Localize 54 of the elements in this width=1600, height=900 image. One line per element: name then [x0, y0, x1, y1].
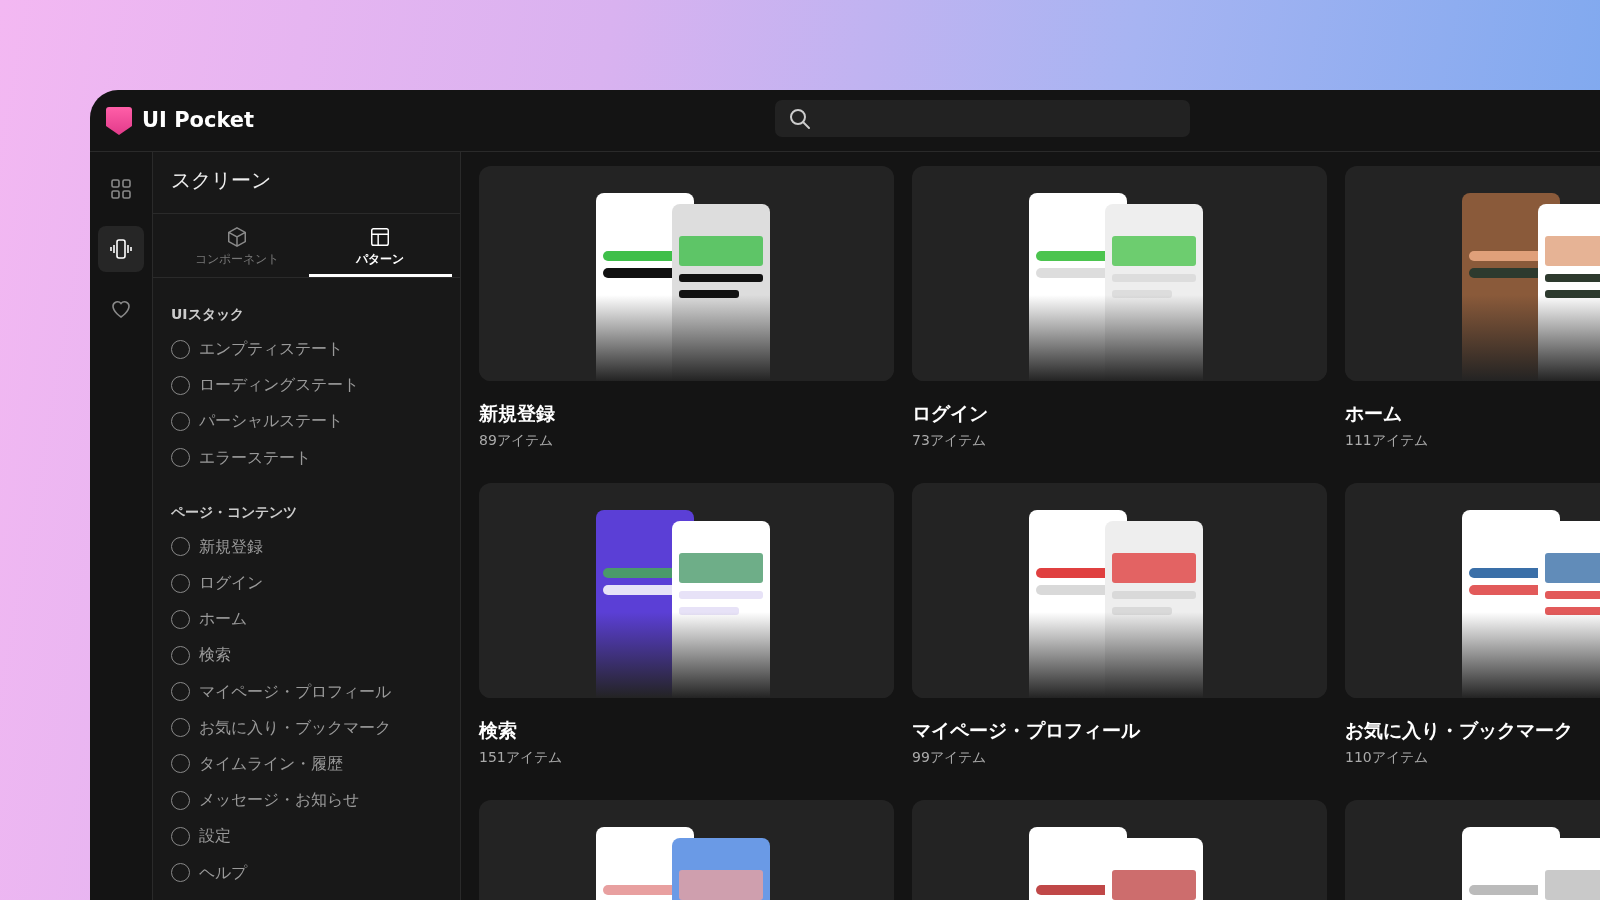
filter-option[interactable]: ローディングステート — [153, 367, 377, 404]
option-label: エンプティステート — [199, 338, 343, 361]
card-title[interactable]: 新規登録 — [479, 399, 894, 428]
option-label: パーシャルステート — [199, 410, 343, 433]
option-label: ローディングステート — [199, 374, 359, 397]
filter-option[interactable]: エンプティステート — [153, 331, 361, 368]
card-title[interactable]: 検索 — [479, 716, 894, 745]
filter-option[interactable]: 検索 — [153, 637, 249, 674]
option-label: メッセージ・お知らせ — [199, 789, 359, 812]
option-label: マイページ・プロフィール — [199, 680, 391, 703]
filter-option[interactable]: エラーステート — [153, 439, 329, 476]
search-field[interactable] — [775, 100, 1190, 137]
filter-option[interactable]: マイページ・プロフィール — [153, 673, 409, 710]
filter-option[interactable]: パーシャルステート — [153, 403, 361, 440]
layout-icon — [369, 226, 392, 248]
app-name: UI Pocket — [142, 106, 255, 134]
option-label: お気に入り・ブックマーク — [199, 716, 391, 739]
logo-icon — [106, 106, 132, 135]
tab[interactable]: コンポーネント — [165, 214, 309, 277]
card-title[interactable]: マイページ・プロフィール — [912, 716, 1327, 745]
option-label: タイムライン・履歴 — [199, 752, 343, 775]
filter-option[interactable]: ヘルプ — [153, 854, 265, 891]
filter-option[interactable]: ホーム — [153, 601, 265, 638]
section-heading: ページ・コンテンツ — [171, 502, 298, 522]
card-title[interactable]: ホーム — [1345, 399, 1600, 428]
cube-icon — [225, 226, 248, 248]
option-label: ヘルプ — [199, 861, 247, 884]
filter-option[interactable]: 新規登録 — [153, 528, 281, 565]
item-count: 151アイテム — [479, 747, 563, 767]
filter-option[interactable]: 設定 — [153, 818, 249, 855]
item-count: 111アイテム — [1345, 430, 1429, 450]
option-label: 新規登録 — [199, 535, 263, 558]
option-label: ホーム — [199, 608, 247, 631]
tab[interactable]: パターン — [308, 214, 452, 277]
filter-option[interactable]: ログイン — [153, 564, 281, 602]
item-count: 89アイテム — [479, 430, 554, 450]
filter-option[interactable]: メッセージ・お知らせ — [153, 782, 377, 819]
option-label: 設定 — [199, 825, 231, 848]
item-count: 99アイテム — [912, 747, 987, 767]
card-title[interactable]: お気に入り・ブックマーク — [1345, 716, 1600, 745]
panel-title: スクリーン — [153, 152, 460, 214]
section-heading: UIスタック — [171, 305, 245, 324]
card-title[interactable]: ログイン — [912, 399, 1327, 428]
filter-option[interactable]: タイムライン・履歴 — [153, 745, 361, 783]
option-label: エラーステート — [199, 446, 311, 469]
vibrating-phone-icon — [109, 237, 133, 261]
option-label: ログイン — [199, 572, 263, 595]
grid-icon — [109, 177, 133, 201]
rail-button[interactable] — [98, 226, 144, 272]
filter-option[interactable]: お気に入り・ブックマーク — [153, 709, 409, 746]
item-count: 110アイテム — [1345, 747, 1429, 767]
search-icon — [789, 107, 811, 130]
item-count: 73アイテム — [912, 430, 987, 450]
option-label: 検索 — [199, 644, 231, 667]
